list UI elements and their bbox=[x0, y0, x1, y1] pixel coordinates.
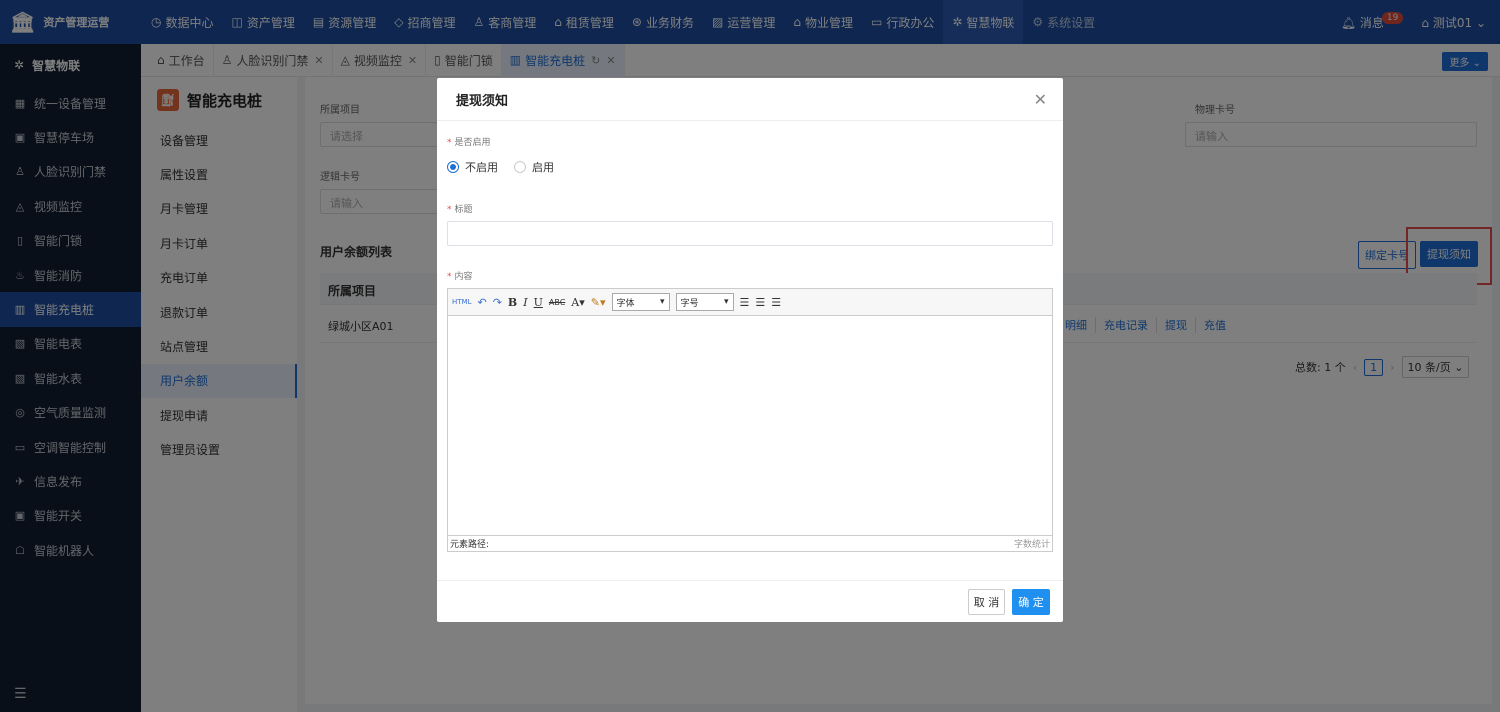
radio-enabled-label: 启用 bbox=[532, 161, 554, 174]
italic-icon[interactable]: I bbox=[523, 296, 527, 309]
font-size-select[interactable]: 字号 ▾ bbox=[675, 293, 734, 311]
radio-enabled[interactable]: 启用 bbox=[514, 159, 554, 175]
underline-icon[interactable]: U bbox=[534, 296, 543, 309]
font-color-icon[interactable]: A▾ bbox=[571, 296, 584, 309]
strikethrough-icon[interactable]: ABC bbox=[549, 298, 565, 307]
editor-content-area[interactable] bbox=[448, 316, 1052, 535]
radio-unselected-icon bbox=[514, 161, 526, 173]
enable-radio-group: 不启用 启用 bbox=[447, 159, 554, 175]
highlight-color-icon[interactable]: ✎▾ bbox=[591, 296, 606, 309]
enable-label: * 是否启用 bbox=[447, 138, 491, 148]
radio-disabled-label: 不启用 bbox=[465, 161, 498, 174]
align-center-icon[interactable]: ☰ bbox=[755, 296, 765, 309]
radio-disabled[interactable]: 不启用 bbox=[447, 159, 498, 175]
font-family-select[interactable]: 字体 ▾ bbox=[611, 293, 670, 311]
element-path-label: 元素路径: bbox=[450, 540, 490, 550]
cancel-button[interactable]: 取 消 bbox=[968, 589, 1005, 615]
html-source-icon[interactable]: HTML bbox=[452, 298, 471, 306]
editor-footer: 元素路径: 字数统计 bbox=[448, 535, 1052, 551]
title-input[interactable] bbox=[447, 221, 1053, 246]
bold-icon[interactable]: B bbox=[508, 296, 517, 309]
rich-text-editor: HTML ↶ ↷ B I U ABC A▾ ✎▾ 字体 ▾ 字号 ▾ ☰ ☰ ☰ 元… bbox=[447, 288, 1053, 552]
word-count-label: 字数统计 bbox=[1013, 540, 1050, 550]
radio-selected-icon bbox=[447, 161, 459, 173]
dialog-title: 提现须知 bbox=[437, 78, 1063, 121]
editor-toolbar: HTML ↶ ↷ B I U ABC A▾ ✎▾ 字体 ▾ 字号 ▾ ☰ ☰ ☰ bbox=[448, 289, 1052, 316]
withdraw-notice-dialog: 提现须知 ✕ * 是否启用 不启用 启用 * 标题 * 内容 HTML ↶ ↷ B I… bbox=[437, 78, 1063, 622]
close-icon[interactable]: ✕ bbox=[1034, 90, 1047, 109]
undo-icon[interactable]: ↶ bbox=[477, 296, 486, 309]
confirm-button[interactable]: 确 定 bbox=[1012, 589, 1050, 615]
redo-icon[interactable]: ↷ bbox=[493, 296, 502, 309]
content-label: * 内容 bbox=[447, 272, 473, 282]
align-left-icon[interactable]: ☰ bbox=[740, 296, 750, 309]
title-field-label: * 标题 bbox=[447, 205, 473, 215]
align-right-icon[interactable]: ☰ bbox=[771, 296, 781, 309]
